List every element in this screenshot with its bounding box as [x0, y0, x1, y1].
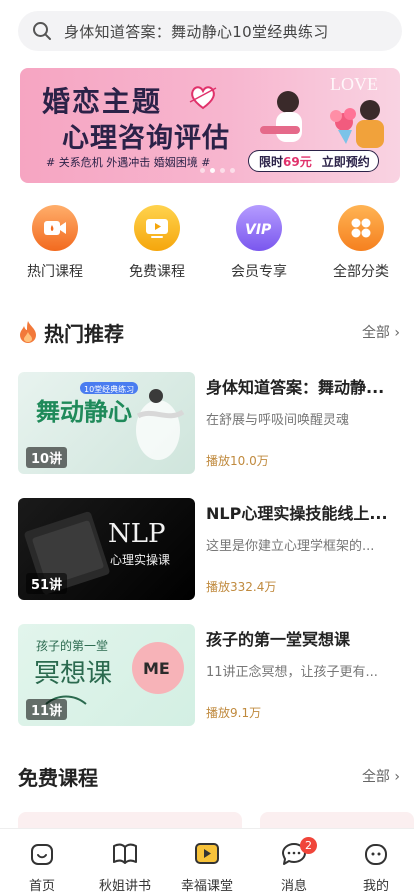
tab-profile[interactable]: 我的 [346, 841, 406, 894]
see-all-label: 全部 [361, 769, 390, 785]
vip-icon: VIP [236, 205, 282, 251]
thumb-title-text: NLP [108, 519, 166, 549]
free-see-all[interactable]: 全部 › [362, 766, 400, 786]
course-card[interactable]: NLP 心理实操课 51讲 NLP心理实操技能线上... 这里是你建立心理学框架… [18, 498, 400, 600]
category-hot-courses[interactable]: 热门课程 [15, 205, 95, 281]
promo-banner[interactable]: 婚恋主题 心理咨询评估 # 关系危机 外遇冲击 婚姻困境 # LOVE 限时 6… [20, 68, 400, 183]
chevron-right-icon: › [394, 769, 400, 785]
tab-label: 消息 [280, 879, 307, 894]
hot-see-all[interactable]: 全部 › [362, 322, 400, 342]
lesson-count: 51讲 [26, 573, 68, 594]
free-section-header: 免费课程 全部 › [18, 762, 400, 792]
course-title: 身体知道答案：舞动静... [206, 378, 385, 397]
tab-book-talks[interactable]: 秋姐讲书 [95, 841, 155, 894]
heart-arrow-icon [189, 86, 217, 110]
banner-title-line2: 心理咨询评估 [62, 123, 230, 154]
category-label: 免费课程 [129, 264, 185, 280]
pager-dot[interactable] [220, 168, 225, 173]
course-title: 孩子的第一堂冥想课 [206, 630, 351, 649]
couple-illustration: LOVE [260, 74, 384, 148]
search-icon [33, 22, 51, 40]
tab-label: 我的 [362, 879, 389, 894]
course-thumbnail: 10堂经典练习 舞动静心 10讲 [18, 372, 195, 474]
tab-happiness-class[interactable]: 幸福课堂 [177, 841, 237, 894]
thumb-head-text: 孩子的第一堂 [36, 638, 108, 653]
category-label: 热门课程 [27, 264, 83, 280]
search-placeholder: 身体知道答案：舞动静心10堂经典练习 [64, 22, 329, 41]
banner-price: 69元 [283, 154, 312, 169]
home-icon [31, 844, 53, 865]
tab-label: 幸福课堂 [180, 879, 233, 894]
play-screen-icon [134, 205, 180, 251]
hot-section-title: 热门推荐 [44, 322, 124, 346]
banner-tags: # 关系危机 外遇冲击 婚姻困境 # [46, 156, 211, 169]
pager-dot[interactable] [230, 168, 235, 173]
thumb-title-text: 舞动静心 [36, 397, 132, 426]
flame-icon [20, 321, 36, 343]
free-section-title: 免费课程 [18, 766, 98, 790]
banner-book-button[interactable]: 限时 69元 立即预约 [248, 150, 379, 172]
svg-text:ME: ME [143, 659, 170, 678]
message-badge: 2 [300, 837, 317, 854]
hot-section-header: 热门推荐 全部 › [18, 318, 400, 348]
course-card[interactable]: 孩子的第一堂 冥想课 ME 11讲 孩子的第一堂冥想课 11讲正念冥想，让孩子更… [18, 624, 400, 726]
chevron-right-icon: › [394, 325, 400, 341]
video-icon [32, 205, 78, 251]
banner-title-line1: 婚恋主题 [42, 85, 163, 118]
tab-messages[interactable]: 2 消息 [264, 837, 324, 894]
course-plays: 播放10.0万 [206, 454, 269, 468]
price-prefix: 限时 [259, 154, 284, 169]
thumb-badge-text: 10堂经典练习 [84, 384, 134, 394]
love-art-text: LOVE [330, 74, 378, 94]
category-row: 热门课程 免费课程 VIP 会员专享 全部分类 [0, 205, 414, 285]
search-bar[interactable]: 身体知道答案：舞动静心10堂经典练习 [18, 11, 402, 51]
pager-dot[interactable] [200, 168, 205, 173]
course-subtitle: 在舒展与呼吸间唤醒灵魂 [206, 413, 350, 428]
bottom-tab-bar: 首页 秋姐讲书 幸福课堂 2 消息 我的 [0, 828, 414, 896]
course-plays: 播放9.1万 [206, 706, 262, 720]
profile-icon [365, 844, 387, 865]
course-plays: 播放332.4万 [206, 580, 277, 594]
class-play-icon [195, 843, 219, 864]
lesson-count: 10讲 [26, 447, 68, 468]
tab-label: 秋姐讲书 [98, 879, 151, 894]
category-vip[interactable]: VIP 会员专享 [219, 205, 299, 281]
course-thumbnail: NLP 心理实操课 51讲 [18, 498, 195, 600]
lesson-count: 11讲 [26, 699, 68, 720]
course-card[interactable]: 10堂经典练习 舞动静心 10讲 身体知道答案：舞动静... 在舒展与呼吸间唤醒… [18, 372, 400, 474]
tab-home[interactable]: 首页 [12, 841, 72, 894]
thumb-title-text: 冥想课 [34, 659, 112, 689]
course-thumbnail: 孩子的第一堂 冥想课 ME 11讲 [18, 624, 195, 726]
category-label: 全部分类 [333, 264, 389, 280]
category-label: 会员专享 [231, 264, 287, 280]
course-title: NLP心理实操技能线上... [206, 504, 388, 523]
book-icon [113, 843, 137, 864]
grid-icon [338, 205, 384, 251]
see-all-label: 全部 [361, 325, 390, 341]
course-subtitle: 11讲正念冥想，让孩子更有... [206, 665, 378, 680]
banner-pager [200, 168, 235, 173]
svg-text:VIP: VIP [245, 222, 272, 236]
tab-label: 首页 [28, 879, 55, 894]
category-all[interactable]: 全部分类 [321, 205, 401, 281]
pager-dot-active[interactable] [210, 168, 215, 173]
thumb-subtitle-text: 心理实操课 [110, 552, 170, 567]
course-subtitle: 这里是你建立心理学框架的... [206, 539, 375, 554]
category-free-courses[interactable]: 免费课程 [117, 205, 197, 281]
banner-cta: 立即预约 [321, 154, 370, 169]
